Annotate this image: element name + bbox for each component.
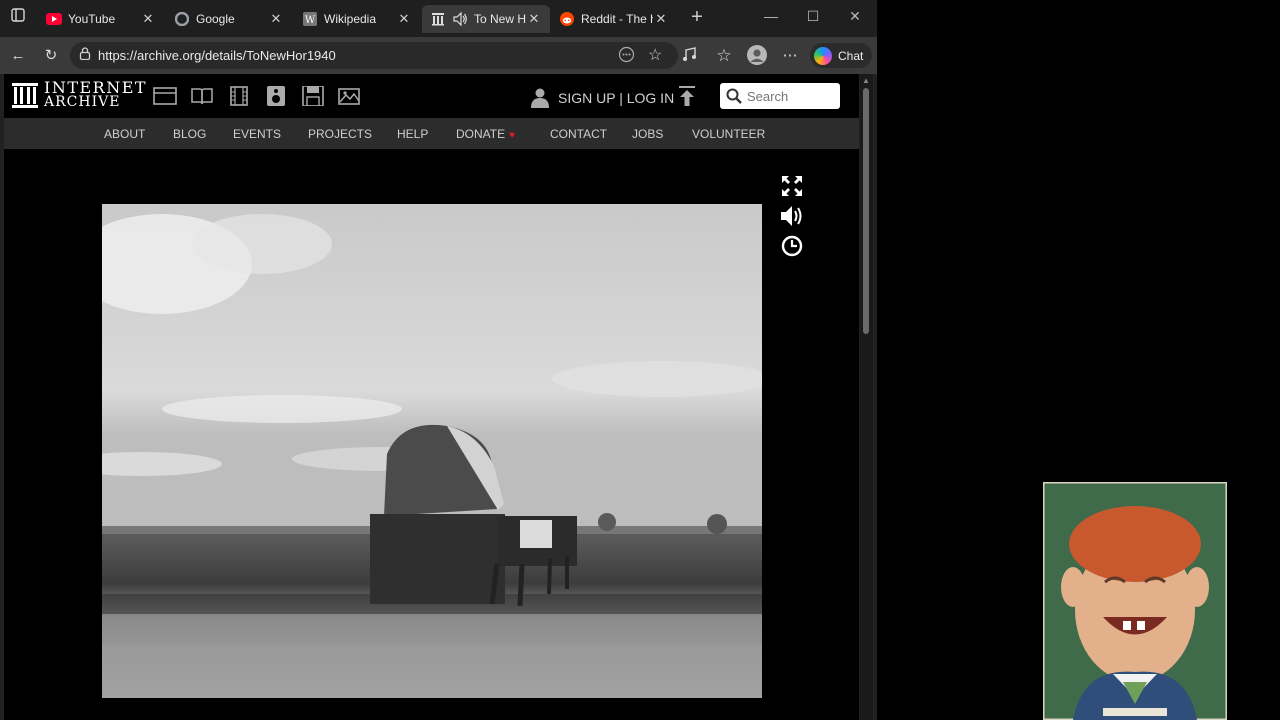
nav-donate[interactable]: DONATE ♥ xyxy=(456,127,515,141)
fullscreen-icon[interactable] xyxy=(780,174,804,198)
video-player[interactable] xyxy=(102,204,762,698)
address-bar[interactable]: https://archive.org/details/ToNewHor1940… xyxy=(70,42,678,69)
chat-label: Chat xyxy=(838,48,864,63)
search-input[interactable] xyxy=(747,88,833,104)
tab-actions-icon[interactable] xyxy=(7,7,29,29)
minimize-icon[interactable]: — xyxy=(761,8,781,24)
software-icon[interactable] xyxy=(301,86,325,106)
page-content: INTERNET ARCHIVE SIGN UP | LOG IN Search… xyxy=(4,74,859,720)
favorite-star-icon[interactable]: ☆ xyxy=(648,45,662,65)
more-menu-icon[interactable]: ⋯ xyxy=(779,45,801,67)
reload-icon[interactable]: ↻ xyxy=(40,45,62,67)
clock-icon[interactable] xyxy=(780,234,804,258)
tab-title: Google xyxy=(196,12,235,26)
heart-icon: ♥ xyxy=(509,130,516,141)
close-window-icon[interactable]: ✕ xyxy=(845,8,865,25)
immersive-reader-icon[interactable] xyxy=(618,46,635,68)
web-icon[interactable] xyxy=(153,86,177,106)
reddit-icon xyxy=(559,11,575,27)
volume-icon[interactable] xyxy=(780,204,804,228)
tab-title: Wikipedia xyxy=(324,12,377,26)
page-scrollbar[interactable]: ▲ xyxy=(860,74,873,720)
nav-projects[interactable]: PROJECTS xyxy=(308,127,372,141)
media-control-icon[interactable] xyxy=(680,45,702,67)
logo-line-1: INTERNET xyxy=(44,78,148,97)
tab-youtube[interactable]: YouTube ✕ xyxy=(38,5,164,33)
tab-title: YouTube xyxy=(68,12,116,26)
tab-google[interactable]: Google ✕ xyxy=(166,5,292,33)
favorites-icon[interactable]: ☆ xyxy=(713,45,735,67)
svg-text:W: W xyxy=(305,15,316,26)
maximize-icon[interactable]: ☐ xyxy=(803,8,823,25)
back-icon[interactable]: ← xyxy=(7,45,29,67)
tab-title: To New Ho xyxy=(474,12,526,26)
upload-icon[interactable] xyxy=(678,86,696,106)
archive-nav-bar: ABOUT BLOG EVENTS PROJECTS HELP DONATE ♥ … xyxy=(4,118,859,149)
archive-header: INTERNET ARCHIVE SIGN UP | LOG IN Search xyxy=(4,74,859,118)
archive-temple-icon xyxy=(12,83,38,108)
video-frame xyxy=(102,204,762,698)
tab-title: Reddit - The he xyxy=(581,12,653,26)
speaker-icon[interactable] xyxy=(452,11,468,27)
scroll-up-arrow-icon[interactable]: ▲ xyxy=(862,76,870,85)
close-icon[interactable]: ✕ xyxy=(396,11,412,27)
nav-donate-label: DONATE xyxy=(456,127,506,141)
nav-volunteer[interactable]: VOLUNTEER xyxy=(692,127,765,141)
archive-logo[interactable]: INTERNET ARCHIVE xyxy=(12,80,147,110)
profile-avatar[interactable] xyxy=(746,45,768,67)
close-icon[interactable]: ✕ xyxy=(268,11,284,27)
site-info-icon[interactable] xyxy=(79,47,91,63)
user-icon xyxy=(531,88,549,108)
postcard-image xyxy=(1043,482,1227,720)
nav-jobs[interactable]: JOBS xyxy=(632,127,663,141)
toolbar: ← ↻ https://archive.org/details/ToNewHor… xyxy=(0,37,877,74)
tab-archive[interactable]: To New Ho ✕ xyxy=(422,5,550,33)
archive-icon xyxy=(430,11,446,27)
wikipedia-icon: W xyxy=(302,11,318,27)
search-icon xyxy=(726,88,742,104)
copilot-icon xyxy=(814,46,832,65)
images-icon[interactable] xyxy=(338,86,362,106)
tab-reddit[interactable]: Reddit - The he ✕ xyxy=(551,5,677,33)
video-icon[interactable] xyxy=(227,86,251,106)
logo-line-2: ARCHIVE xyxy=(44,94,121,110)
sign-up-login-label: SIGN UP | LOG IN xyxy=(558,90,675,106)
nav-contact[interactable]: CONTACT xyxy=(550,127,607,141)
google-icon xyxy=(174,11,190,27)
nav-help[interactable]: HELP xyxy=(397,127,428,141)
tab-wikipedia[interactable]: W Wikipedia ✕ xyxy=(294,5,420,33)
nav-blog[interactable]: BLOG xyxy=(173,127,206,141)
new-tab-icon[interactable]: + xyxy=(687,6,707,29)
close-icon[interactable]: ✕ xyxy=(653,11,669,27)
browser-window: YouTube ✕ Google ✕ W Wikipedia ✕ To New … xyxy=(0,0,877,720)
nav-events[interactable]: EVENTS xyxy=(233,127,281,141)
chat-button[interactable]: Chat xyxy=(810,43,872,68)
youtube-icon xyxy=(46,11,62,27)
search-box[interactable] xyxy=(720,83,840,109)
close-icon[interactable]: ✕ xyxy=(526,11,542,27)
nav-about[interactable]: ABOUT xyxy=(104,127,145,141)
url-text: https://archive.org/details/ToNewHor1940 xyxy=(98,48,336,63)
texts-icon[interactable] xyxy=(190,86,214,106)
sign-up-login-link[interactable]: SIGN UP | LOG IN xyxy=(531,88,674,108)
audio-icon[interactable] xyxy=(264,86,288,106)
close-icon[interactable]: ✕ xyxy=(140,11,156,27)
tab-strip: YouTube ✕ Google ✕ W Wikipedia ✕ To New … xyxy=(0,0,877,37)
scrollbar-thumb[interactable] xyxy=(863,88,869,334)
